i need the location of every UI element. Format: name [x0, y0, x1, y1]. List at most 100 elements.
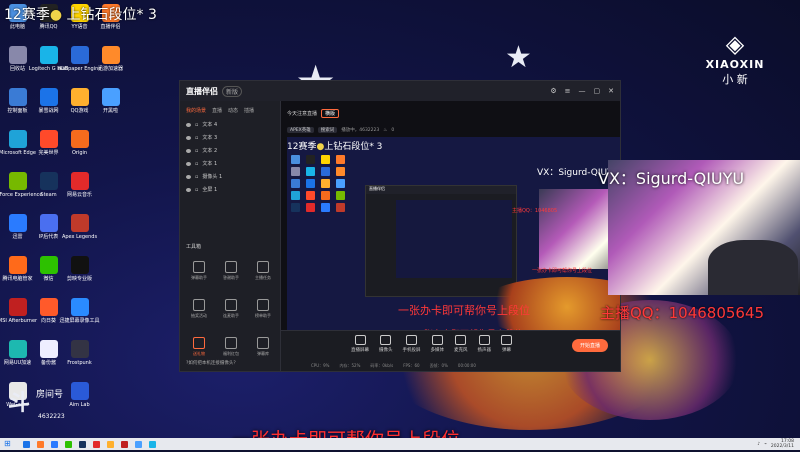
desktop-icon-label: 完美世界	[38, 150, 59, 156]
left-tab[interactable]: 直播	[212, 107, 222, 114]
source-item[interactable]: ▫ 摄像头 1	[180, 170, 280, 183]
control-button[interactable]: 弹幕	[501, 335, 512, 353]
tool-button[interactable]: 抽奖活动	[184, 299, 214, 333]
desktop-icon[interactable]: 迅捷屏幕录像工具	[60, 294, 100, 336]
lock-icon[interactable]: ▫	[195, 135, 198, 141]
eye-icon[interactable]	[186, 161, 191, 166]
desktop-icon[interactable]: 完美世界	[33, 126, 64, 168]
taskbar-app-icon[interactable]	[121, 440, 128, 448]
source-item[interactable]: ▫ 文本 4	[180, 118, 280, 131]
desktop-icon[interactable]: MSI Afterburner	[0, 294, 37, 336]
eye-icon[interactable]	[186, 174, 191, 179]
left-tab[interactable]: 插播	[244, 107, 254, 114]
stat-item: 码率：0kb/s	[370, 363, 394, 368]
lock-icon[interactable]: ▫	[195, 161, 198, 167]
desktop-icon[interactable]: Frostpunk	[64, 336, 95, 378]
menu-icon[interactable]: ≡	[565, 87, 571, 95]
settings-icon[interactable]: ⚙	[550, 87, 556, 95]
desktop-icon[interactable]: 迅游加速器	[95, 42, 126, 84]
desktop-icon[interactable]: 向日葵	[33, 294, 64, 336]
scene-title[interactable]: 今天注意直播	[287, 110, 317, 117]
taskbar-app-icon[interactable]	[23, 440, 30, 448]
app-icon	[39, 214, 58, 232]
desktop-icon[interactable]: 暴雪战网	[33, 84, 64, 126]
control-button[interactable]: 直播屏幕	[351, 335, 369, 353]
lock-icon[interactable]: ▫	[195, 122, 198, 128]
desktop-icon[interactable]: 控制面板	[2, 84, 33, 126]
source-item[interactable]: ▫ 文本 3	[180, 131, 280, 144]
lock-icon[interactable]: ▫	[195, 174, 198, 180]
desktop-icon[interactable]: 腾讯电脑管家	[2, 252, 33, 294]
scene-tag[interactable]: 横版	[321, 108, 340, 118]
network-icon[interactable]: ⌁	[764, 442, 767, 447]
desktop-icon[interactable]: 开黑啦	[95, 84, 126, 126]
desktop-icon[interactable]: 剪映专业版	[64, 252, 95, 294]
tool-button[interactable]: 连麦助手	[216, 299, 246, 333]
desktop-icon[interactable]: 回收站	[2, 42, 33, 84]
desktop-icon[interactable]: Steam	[33, 168, 64, 210]
desktop-icon[interactable]: 网易云音乐	[64, 168, 95, 210]
source-item[interactable]: ▫ 全屏 1	[180, 183, 280, 196]
desktop-icon[interactable]: GeForce Experience	[0, 168, 42, 210]
control-icon	[455, 335, 467, 345]
version-badge[interactable]: 新版	[222, 85, 243, 97]
close-icon[interactable]: ✕	[608, 87, 614, 95]
taskbar-app-icon[interactable]	[135, 440, 142, 448]
tool-button[interactable]: 答谢助手	[216, 261, 246, 295]
desktop-icon[interactable]: Logitech G HUB	[29, 42, 68, 84]
left-footer[interactable]: ? 如何把本机连接摄像头？	[180, 355, 280, 371]
taskbar-app-icon[interactable]	[93, 440, 100, 448]
category-pill[interactable]: APEX英雄	[287, 127, 314, 133]
desktop-icon[interactable]: Origin	[64, 126, 95, 168]
lock-icon[interactable]: ▫	[195, 148, 198, 154]
lock-icon[interactable]: ▫	[195, 187, 198, 193]
desktop-icon[interactable]: Wallpaper Engine	[58, 42, 101, 84]
desktop-icon[interactable]: 微信	[33, 252, 64, 294]
desktop-icon[interactable]: 迅雷	[2, 210, 33, 252]
desktop-icon[interactable]: IP后代表	[33, 210, 64, 252]
maximize-icon[interactable]: ▢	[594, 87, 601, 95]
desktop-icon[interactable]: 备份酱	[33, 336, 64, 378]
source-item[interactable]: ▫ 文本 2	[180, 144, 280, 157]
desktop-icon[interactable]: Microsoft Edge	[0, 126, 36, 168]
taskbar-app-icon[interactable]	[51, 440, 58, 448]
clock[interactable]: 17:08 2022/3/11	[771, 439, 794, 449]
eye-icon[interactable]	[186, 148, 191, 153]
desktop-icon-label: Steam	[40, 192, 57, 198]
speaker-icon[interactable]: ♪	[757, 442, 760, 447]
eye-icon[interactable]	[186, 135, 191, 140]
source-item[interactable]: ▫ 文本 1	[180, 157, 280, 170]
app-icon	[102, 382, 120, 400]
control-button[interactable]: 麦克风	[454, 335, 468, 353]
tool-button[interactable]: 主播任务	[248, 261, 278, 295]
minimize-icon[interactable]: —	[579, 87, 586, 95]
desktop-icon[interactable]: 网易UU加速	[2, 336, 33, 378]
start-live-button[interactable]: 开始直播	[571, 339, 608, 352]
eye-icon[interactable]	[186, 122, 191, 127]
taskbar-app-icon[interactable]	[149, 440, 156, 448]
left-tab[interactable]: 我的场景	[186, 107, 206, 114]
tool-button[interactable]: 榜单助手	[248, 299, 278, 333]
taskbar-app-icon[interactable]	[79, 440, 86, 448]
preview-desktop-icons	[291, 155, 348, 212]
room-label: 房间号	[36, 390, 64, 400]
taskbar-app-icon[interactable]	[107, 440, 114, 448]
tool-button[interactable]: 弹幕助手	[184, 261, 214, 295]
control-button[interactable]: 摄像头	[379, 335, 393, 353]
desktop-icon[interactable]: Apex Legends	[62, 210, 97, 252]
control-button[interactable]: 多媒体	[431, 335, 444, 353]
preview-icon	[336, 155, 345, 164]
left-tab[interactable]: 动态	[228, 107, 238, 114]
app-icon	[39, 46, 58, 64]
app-titlebar: 直播伴侣 新版 ⚙ ≡ — ▢ ✕	[180, 81, 620, 101]
taskbar-app-icon[interactable]	[37, 440, 44, 448]
control-button[interactable]: 扬声器	[478, 335, 491, 353]
control-button[interactable]: 手机投屏	[403, 335, 421, 353]
taskbar-app-icon[interactable]	[65, 440, 72, 448]
preview-icon	[336, 203, 345, 212]
windows-start-icon[interactable]: ⊞	[4, 440, 16, 448]
toolbox-title: 工具箱	[186, 244, 202, 250]
keyword-pill[interactable]: 搜索词	[317, 127, 338, 133]
desktop-icon[interactable]: QQ游戏	[64, 84, 95, 126]
eye-icon[interactable]	[186, 187, 191, 192]
